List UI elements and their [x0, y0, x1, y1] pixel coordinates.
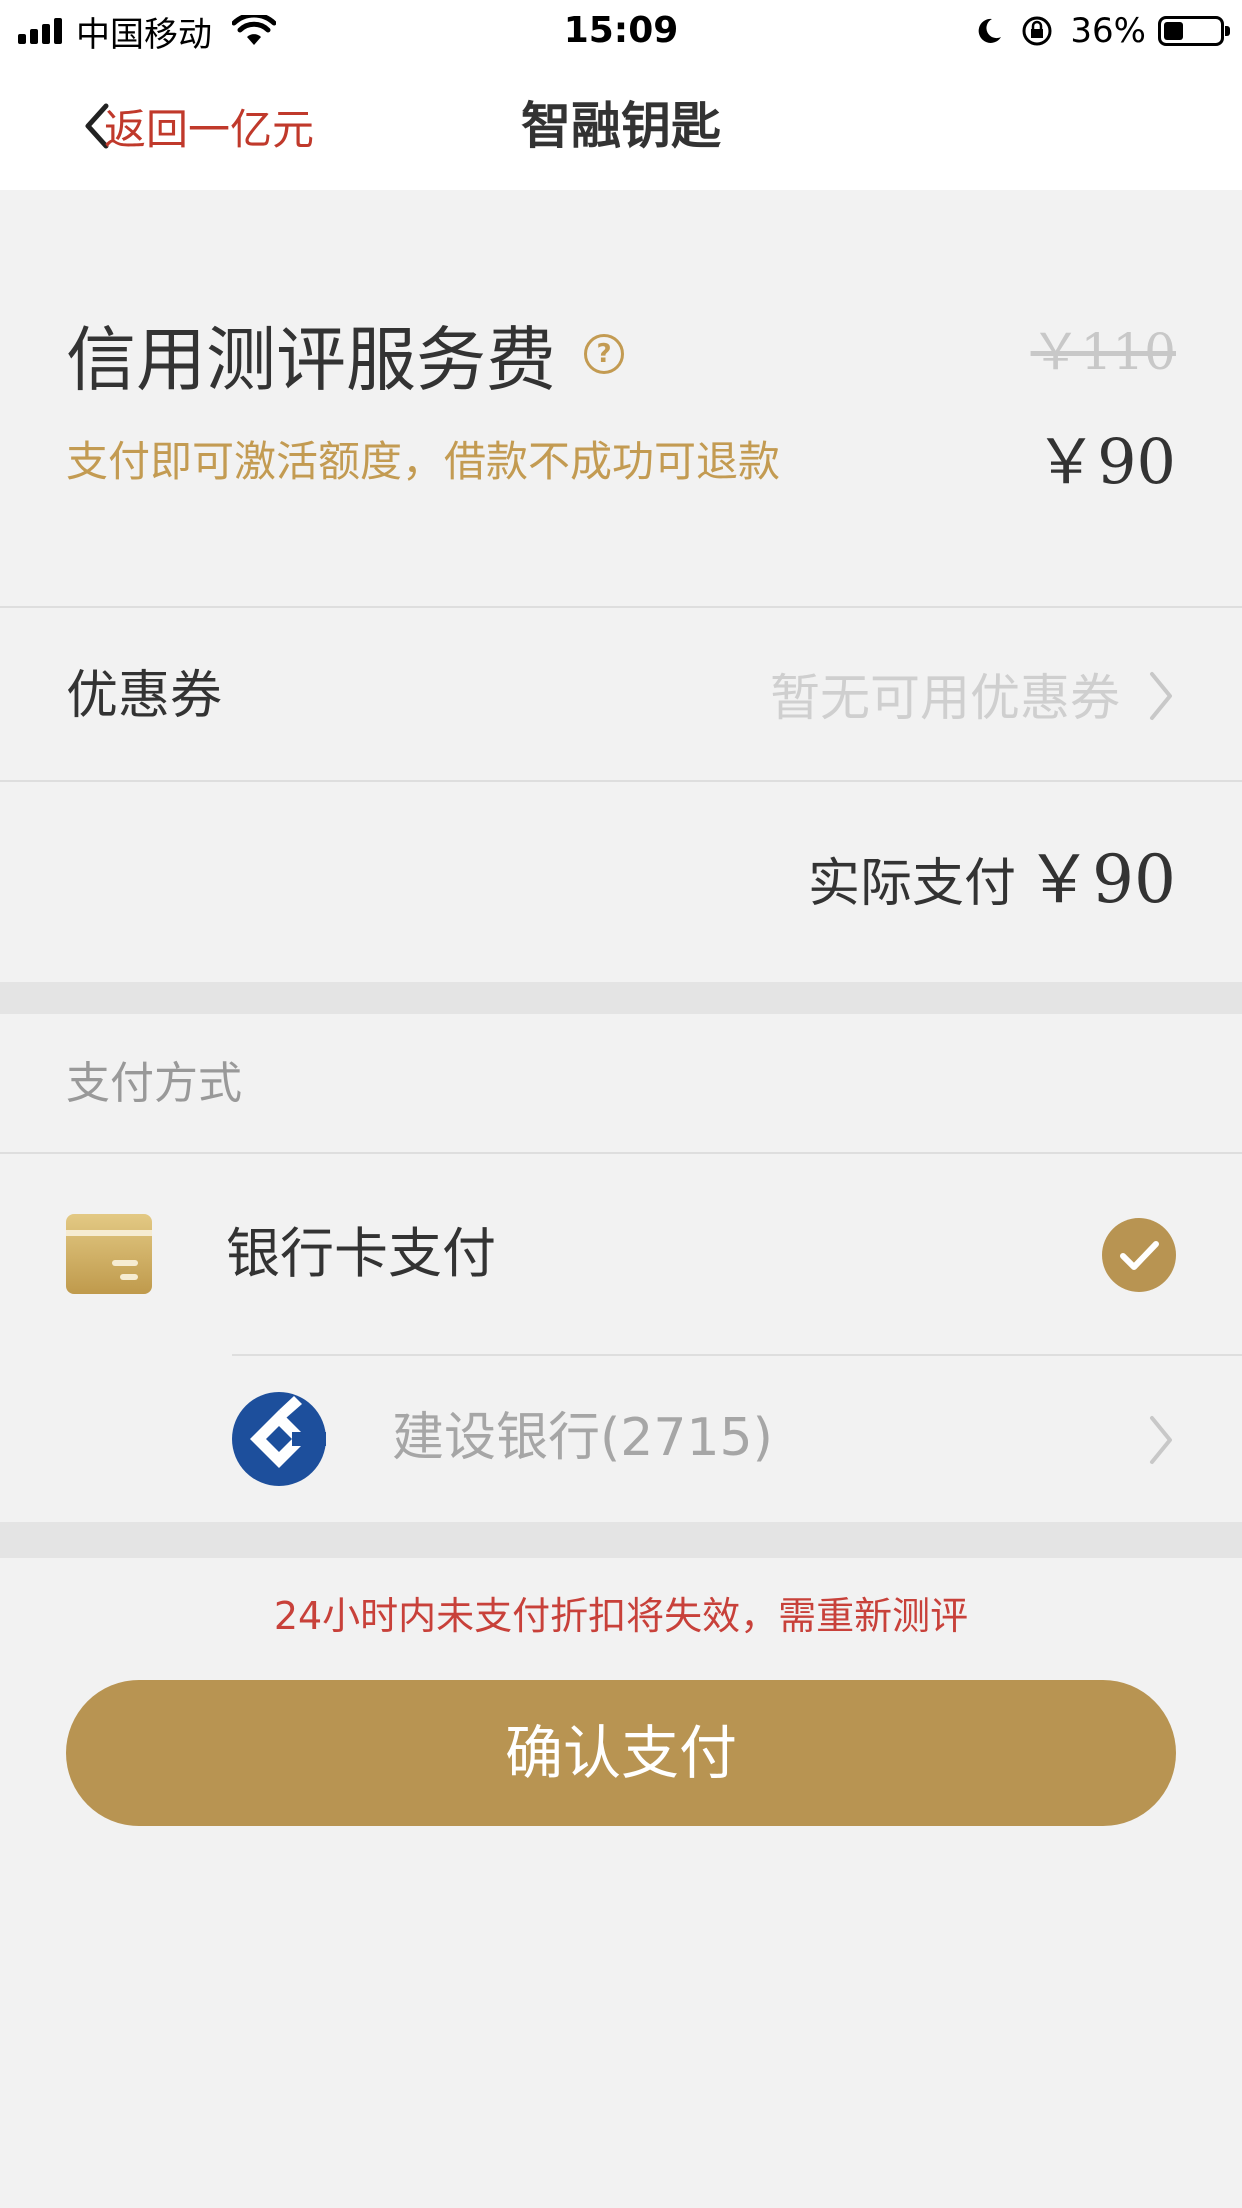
checkmark-icon[interactable] [1102, 1218, 1176, 1292]
battery-fill [1164, 22, 1183, 40]
nav-bar: 返回一亿元 智融钥匙 [0, 62, 1242, 190]
bank-card-payment-label: 银行卡支付 [226, 1222, 496, 1285]
rotation-lock-icon [1022, 16, 1052, 46]
section-divider [0, 1522, 1242, 1558]
section-divider [0, 982, 1242, 1014]
fee-section: 信用测评服务费 ? ￥110 支付即可激活额度，借款不成功可退款 ￥90 [0, 190, 1242, 608]
status-bar: 中国移动 15:09 36% [0, 0, 1242, 62]
payment-method-header: 支付方式 [0, 1014, 1242, 1154]
bank-card-icon [66, 1214, 152, 1294]
current-price: ￥90 [1035, 425, 1176, 498]
battery-icon [1158, 16, 1230, 46]
payment-method-title: 支付方式 [66, 1058, 242, 1109]
battery-percent: 36% [1070, 11, 1146, 51]
coupon-value: 暂无可用优惠券 [770, 669, 1120, 727]
expiry-warning: 24小时内未支付折扣将失效，需重新测评 [273, 1594, 969, 1638]
coupon-row[interactable]: 优惠券 暂无可用优惠券 [0, 608, 1242, 782]
coupon-label: 优惠券 [66, 666, 223, 726]
original-price: ￥110 [1030, 323, 1176, 381]
question-icon[interactable]: ? [584, 334, 624, 374]
moon-icon [979, 18, 1002, 43]
confirm-payment-button[interactable]: 确认支付 [66, 1680, 1176, 1826]
status-right: 36% [974, 10, 1230, 52]
actual-payment-row: 实际支付 ￥90 [0, 782, 1242, 982]
fee-subtitle: 支付即可激活额度，借款不成功可退款 [66, 437, 781, 486]
bank-name: 建设银行(2715) [392, 1408, 773, 1468]
row-divider [232, 1354, 1242, 1356]
chevron-right-icon [1150, 672, 1172, 720]
actual-payment-amount: ￥90 [1026, 841, 1176, 918]
fee-title: 信用测评服务费 [66, 319, 556, 401]
page-title: 智融钥匙 [521, 97, 721, 155]
chevron-right-icon [1150, 1416, 1172, 1464]
bank-card-payment-option[interactable]: 银行卡支付 [0, 1154, 1242, 1354]
ccb-bank-logo-icon [232, 1392, 326, 1486]
actual-payment-label: 实际支付 [807, 854, 1016, 914]
bank-account-row[interactable]: 建设银行(2715) [0, 1354, 1242, 1522]
